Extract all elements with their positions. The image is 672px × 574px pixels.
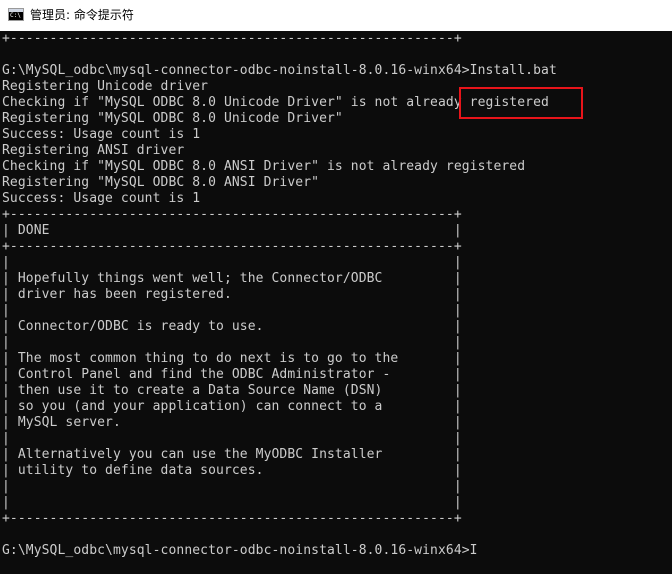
- console-line: +---------------------------------------…: [2, 239, 462, 254]
- console-line: | utility to define data sources. |: [2, 463, 462, 478]
- console-line: | Connector/ODBC is ready to use. |: [2, 319, 462, 334]
- console-line: | |: [2, 495, 462, 510]
- command-prompt-window: C:\ 管理员: 命令提示符 +------------------------…: [0, 0, 672, 574]
- console-line: Checking if "MySQL ODBC 8.0 ANSI Driver"…: [2, 159, 526, 174]
- console-line: +---------------------------------------…: [2, 207, 462, 222]
- console-line: G:\MySQL_odbc\mysql-connector-odbc-noins…: [2, 543, 478, 558]
- window-title: 管理员: 命令提示符: [30, 8, 134, 22]
- console-output[interactable]: +---------------------------------------…: [0, 31, 672, 574]
- cmd-icon-prompt: C:\: [10, 12, 21, 19]
- console-line: | DONE |: [2, 223, 462, 238]
- console-line: | The most common thing to do next is to…: [2, 351, 462, 366]
- console-line: | then use it to create a Data Source Na…: [2, 383, 462, 398]
- console-line: Success: Usage count is 1: [2, 127, 201, 142]
- cmd-icon[interactable]: C:\: [8, 8, 24, 21]
- console-line: | |: [2, 303, 462, 318]
- console-line: | |: [2, 431, 462, 446]
- console-line: | |: [2, 255, 462, 270]
- install-bat-highlight-box: [459, 87, 583, 119]
- title-bar[interactable]: C:\ 管理员: 命令提示符: [0, 0, 672, 31]
- console-line: Registering ANSI driver: [2, 143, 185, 158]
- console-line: | driver has been registered. |: [2, 287, 462, 302]
- console-line: | Alternatively you can use the MyODBC I…: [2, 447, 462, 462]
- console-line: Success: Usage count is 1: [2, 191, 201, 206]
- console-line: Registering "MySQL ODBC 8.0 ANSI Driver": [2, 175, 320, 190]
- console-line: +---------------------------------------…: [2, 511, 462, 526]
- console-line: | Control Panel and find the ODBC Admini…: [2, 367, 462, 382]
- console-line: | so you (and your application) can conn…: [2, 399, 462, 414]
- console-line: G:\MySQL_odbc\mysql-connector-odbc-noins…: [2, 63, 557, 78]
- console-line: +---------------------------------------…: [2, 31, 462, 46]
- console-line: | |: [2, 479, 462, 494]
- console-line: | |: [2, 335, 462, 350]
- console-line: | Hopefully things went well; the Connec…: [2, 271, 462, 286]
- console-line: | MySQL server. |: [2, 415, 462, 430]
